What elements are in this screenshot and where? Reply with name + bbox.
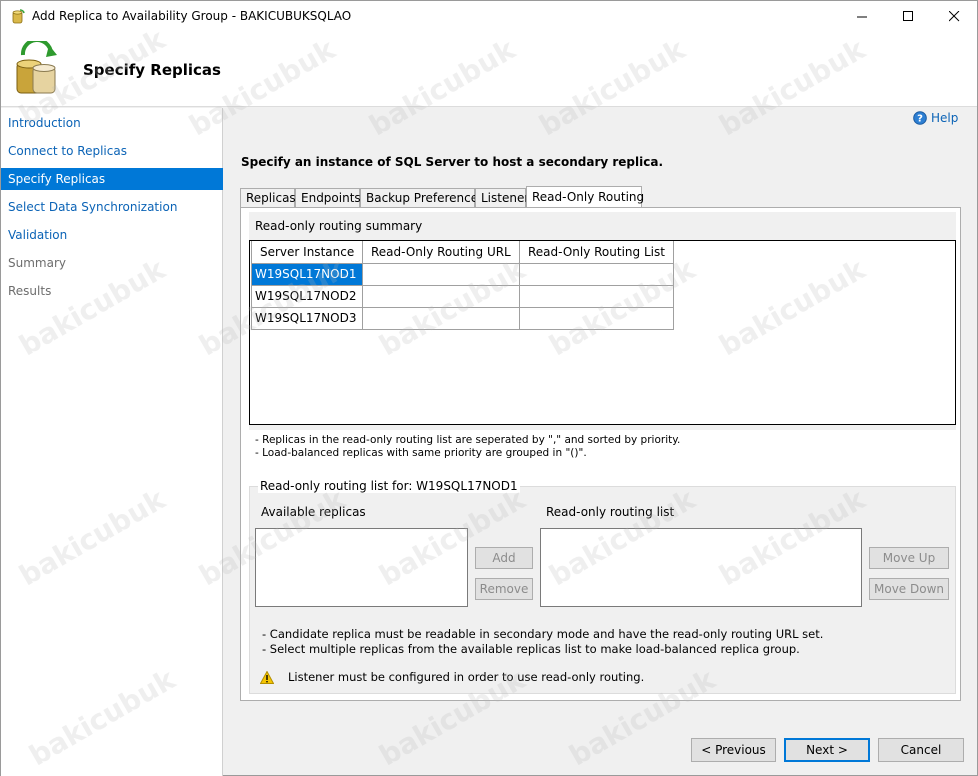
sidebar-item-validation[interactable]: Validation (1, 224, 223, 246)
routing-url-cell[interactable] (362, 284, 520, 308)
page-title: Specify Replicas (83, 61, 221, 79)
routing-list-cell[interactable] (519, 284, 674, 308)
availability-group-icon (16, 41, 57, 94)
routing-list-listbox[interactable] (540, 528, 862, 607)
table-row[interactable]: W19SQL17NOD3 (251, 306, 674, 330)
close-button[interactable] (931, 1, 977, 31)
sidebar-item-specify-replicas[interactable]: Specify Replicas (1, 168, 223, 190)
table-row[interactable]: W19SQL17NOD2 (251, 284, 674, 308)
routing-note: - Select multiple replicas from the avai… (262, 642, 800, 656)
sidebar-item-results: Results (8, 284, 52, 298)
server-instance-cell[interactable]: W19SQL17NOD1 (251, 262, 363, 286)
sidebar-item-connect-to-replicas[interactable]: Connect to Replicas (1, 140, 223, 162)
next-button[interactable]: Next > (784, 738, 870, 762)
routing-list-cell[interactable] (519, 262, 674, 286)
sidebar-item-summary: Summary (8, 256, 66, 270)
column-header-routing-url[interactable]: Read-Only Routing URL (362, 241, 520, 264)
add-button[interactable]: Add (475, 547, 533, 569)
server-instance-cell[interactable]: W19SQL17NOD2 (251, 284, 363, 308)
window-title: Add Replica to Availability Group - BAKI… (32, 9, 352, 23)
available-replicas-label: Available replicas (261, 505, 366, 519)
instruction-text: Specify an instance of SQL Server to hos… (241, 155, 664, 169)
routing-summary-title: Read-only routing summary (255, 219, 423, 233)
sidebar-item-select-data-synchronization[interactable]: Select Data Synchronization (1, 196, 223, 218)
wizard-sidebar: Introduction Connect to Replicas Specify… (1, 108, 223, 776)
listener-warning: Listener must be configured in order to … (260, 670, 644, 684)
tab-replicas[interactable]: Replicas (240, 188, 296, 208)
available-replicas-listbox[interactable] (255, 528, 468, 607)
previous-button[interactable]: < Previous (691, 738, 776, 762)
warning-text: Listener must be configured in order to … (288, 670, 645, 684)
summary-note: - Load-balanced replicas with same prior… (255, 447, 587, 459)
tab-listener[interactable]: Listener (475, 188, 529, 208)
tab-endpoints[interactable]: Endpoints (295, 188, 361, 208)
cancel-button[interactable]: Cancel (878, 738, 964, 762)
close-icon (948, 10, 959, 21)
help-link[interactable]: ? Help (913, 111, 958, 125)
routing-summary-grid: Server Instance Read-Only Routing URL Re… (249, 240, 956, 425)
remove-button[interactable]: Remove (475, 578, 533, 600)
maximize-icon (902, 10, 913, 21)
routing-list-group: Read-only routing list for: W19SQL17NOD1… (249, 479, 956, 694)
title-bar: Add Replica to Availability Group - BAKI… (1, 1, 977, 31)
minimize-button[interactable] (839, 1, 885, 31)
routing-url-cell[interactable] (362, 262, 520, 286)
routing-summary-group: Read-only routing summary Server Instanc… (249, 212, 956, 430)
routing-list-cell[interactable] (519, 306, 674, 330)
database-icon (12, 9, 25, 24)
server-instance-cell[interactable]: W19SQL17NOD3 (251, 306, 363, 330)
column-header-server-instance[interactable]: Server Instance (251, 241, 363, 264)
dialog-window: Add Replica to Availability Group - BAKI… (0, 0, 978, 776)
help-icon: ? (913, 111, 927, 125)
routing-list-label: Read-only routing list (546, 505, 675, 519)
svg-text:?: ? (917, 114, 923, 125)
help-label: Help (931, 111, 959, 125)
routing-summary-table: Server Instance Read-Only Routing URL Re… (251, 241, 674, 330)
warning-icon (260, 670, 274, 684)
read-only-routing-panel: Read-only routing summary Server Instanc… (240, 207, 961, 701)
summary-notes: - Replicas in the read-only routing list… (255, 434, 680, 460)
routing-list-group-title: Read-only routing list for: W19SQL17NOD1 (258, 479, 520, 493)
maximize-button[interactable] (885, 1, 931, 31)
tab-read-only-routing[interactable]: Read-Only Routing (526, 186, 644, 208)
wizard-header: Specify Replicas (1, 31, 977, 107)
minimize-icon (856, 16, 867, 17)
tab-backup-preferences[interactable]: Backup Preferences (360, 188, 484, 208)
routing-list-notes: - Candidate replica must be readable in … (262, 627, 823, 657)
column-header-routing-list[interactable]: Read-Only Routing List (519, 241, 674, 264)
table-row[interactable]: W19SQL17NOD1 (251, 262, 674, 286)
routing-note: - Candidate replica must be readable in … (262, 627, 824, 641)
move-up-button[interactable]: Move Up (869, 547, 949, 569)
table-header-row: Server Instance Read-Only Routing URL Re… (251, 241, 674, 264)
routing-url-cell[interactable] (362, 306, 520, 330)
sidebar-item-introduction[interactable]: Introduction (1, 112, 223, 134)
move-down-button[interactable]: Move Down (869, 578, 949, 600)
summary-note: - Replicas in the read-only routing list… (255, 434, 681, 446)
